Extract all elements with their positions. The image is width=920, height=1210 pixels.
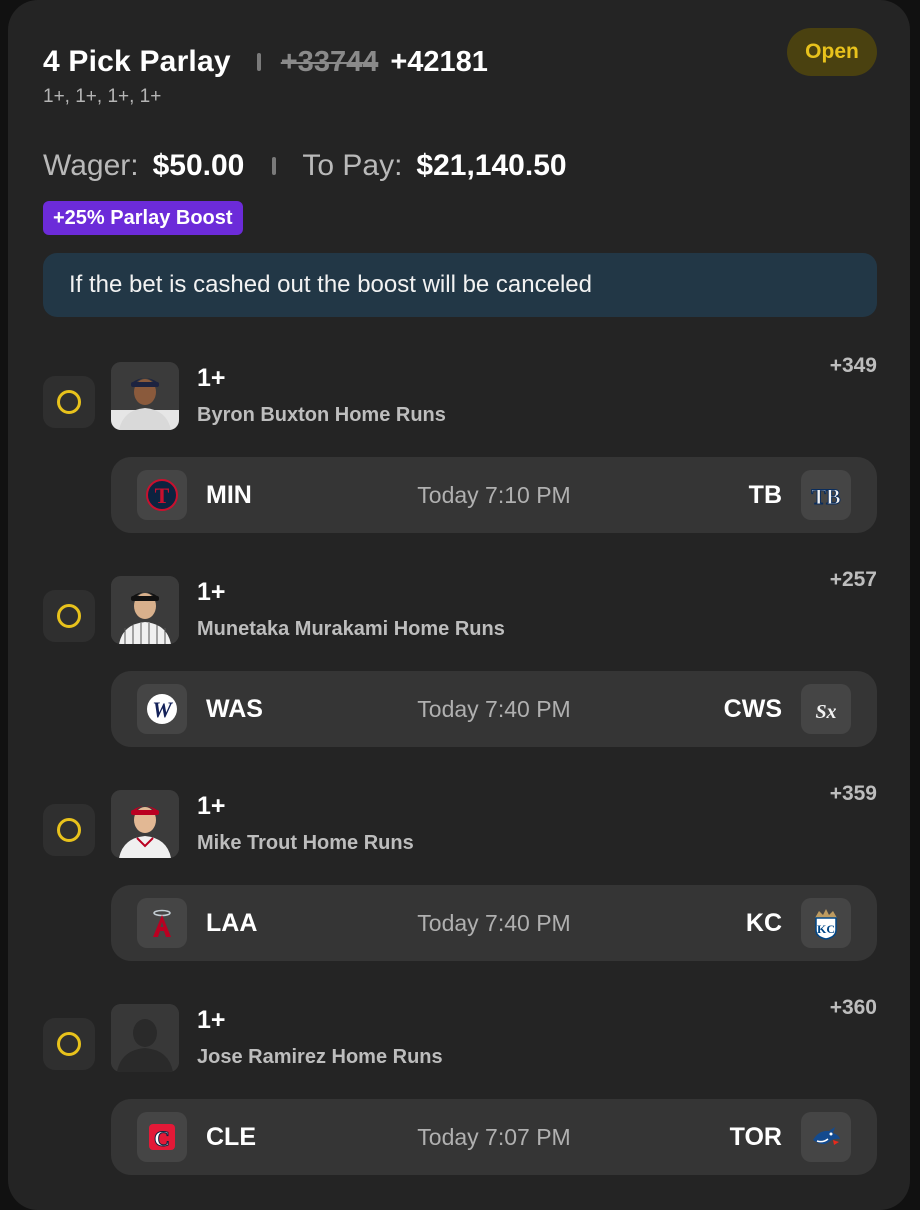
parlay-leg: 1+ Jose Ramirez Home Runs +360 C CLE Tod… xyxy=(0,996,920,1204)
player-avatar xyxy=(111,790,179,858)
leg-line: 1+ xyxy=(197,1006,226,1034)
game-matchup[interactable]: W WAS Today 7:40 PM CWS Sx xyxy=(111,671,877,747)
player-avatar xyxy=(111,576,179,644)
wager-value: $50.00 xyxy=(152,149,245,182)
parlay-leg: 1+ Byron Buxton Home Runs +349 T MIN Tod… xyxy=(0,354,920,562)
wager-row: Wager: $50.00 To Pay: $21,140.50 xyxy=(43,146,567,186)
leg-status-toggle[interactable] xyxy=(43,804,95,856)
game-matchup[interactable]: LAA Today 7:40 PM KC KC xyxy=(111,885,877,961)
wager-label: Wager: xyxy=(43,149,139,182)
game-matchup[interactable]: C CLE Today 7:07 PM TOR xyxy=(111,1099,877,1175)
to-pay-value: $21,140.50 xyxy=(416,149,567,182)
parlay-boost-badge: +25% Parlay Boost xyxy=(43,201,243,235)
blue-jays-logo-icon xyxy=(801,1112,851,1162)
parlay-title: 4 Pick Parlay xyxy=(43,45,231,78)
home-team: TB xyxy=(748,480,782,509)
original-odds: +33744 xyxy=(280,45,379,78)
leg-line: 1+ xyxy=(197,792,226,820)
royals-logo-icon: KC xyxy=(801,898,851,948)
boosted-odds: +42181 xyxy=(390,45,488,78)
leg-odds: +349 xyxy=(829,354,877,377)
leg-status-toggle[interactable] xyxy=(43,376,95,428)
parlay-leg: 1+ Munetaka Murakami Home Runs +257 W WA… xyxy=(0,568,920,776)
player-avatar-placeholder xyxy=(111,1004,179,1072)
home-team: TOR xyxy=(729,1122,782,1151)
leg-status-toggle[interactable] xyxy=(43,1018,95,1070)
leg-odds: +359 xyxy=(829,782,877,805)
status-ring-icon xyxy=(57,818,81,842)
leg-line: 1+ xyxy=(197,578,226,606)
leg-player-market: Byron Buxton Home Runs xyxy=(197,404,446,426)
svg-text:KC: KC xyxy=(817,922,835,936)
divider xyxy=(272,157,277,175)
white-sox-logo-icon: Sx xyxy=(801,684,851,734)
leg-player-market: Jose Ramirez Home Runs xyxy=(197,1046,443,1068)
leg-line: 1+ xyxy=(197,364,226,392)
status-ring-icon xyxy=(57,390,81,414)
leg-odds: +257 xyxy=(829,568,877,591)
to-pay-label: To Pay: xyxy=(302,149,403,182)
home-team: CWS xyxy=(723,694,782,723)
leg-player-market: Mike Trout Home Runs xyxy=(197,832,414,854)
leg-status-toggle[interactable] xyxy=(43,590,95,642)
divider xyxy=(256,53,261,71)
status-ring-icon xyxy=(57,1032,81,1056)
game-matchup[interactable]: T MIN Today 7:10 PM TB TB xyxy=(111,457,877,533)
parlay-leg: 1+ Mike Trout Home Runs +359 LAA Today 7… xyxy=(0,782,920,990)
leg-odds: +360 xyxy=(829,996,877,1019)
player-avatar xyxy=(111,362,179,430)
rays-logo-icon: TB xyxy=(801,470,851,520)
svg-text:Sx: Sx xyxy=(815,701,836,723)
home-team: KC xyxy=(745,908,782,937)
status-ring-icon xyxy=(57,604,81,628)
parlay-header: 4 Pick Parlay +33744 +42181 xyxy=(43,42,488,82)
cashout-notice: If the bet is cashed out the boost will … xyxy=(43,253,877,317)
leg-player-market: Munetaka Murakami Home Runs xyxy=(197,618,505,640)
svg-text:TB: TB xyxy=(811,484,841,509)
status-badge: Open xyxy=(787,28,877,76)
parlay-lines-summary: 1+, 1+, 1+, 1+ xyxy=(43,86,162,107)
